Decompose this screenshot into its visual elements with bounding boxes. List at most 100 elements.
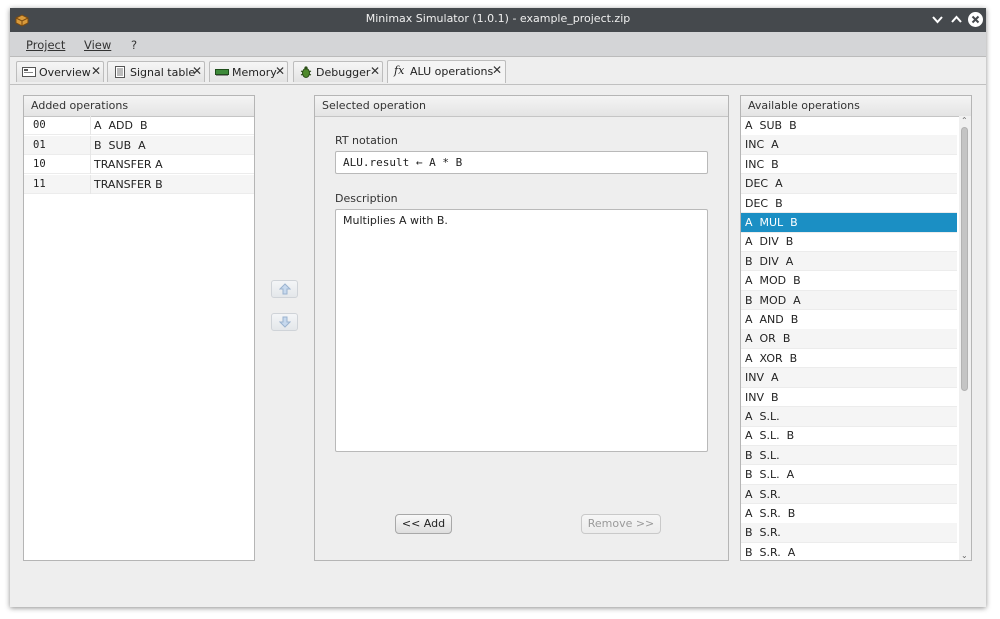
selected-operation-panel: Selected operation RT notation ALU.resul… bbox=[314, 95, 729, 561]
rt-notation-value: ALU.result ← A * B bbox=[343, 156, 463, 169]
available-operation-item[interactable]: INC A bbox=[741, 135, 957, 155]
tab-close-icon[interactable]: ✕ bbox=[492, 63, 502, 77]
available-operation-label: INC B bbox=[745, 157, 779, 171]
available-operations-list: A SUB B INC A INC B DEC A DEC B A MUL B A DIV … bbox=[741, 116, 959, 560]
available-operation-item[interactable]: A S.L. bbox=[741, 407, 957, 427]
tab-signal-table[interactable]: Signal table ✕ bbox=[107, 61, 205, 82]
available-operation-item[interactable]: B DIV A bbox=[741, 251, 957, 272]
description-value: Multiplies A with B. bbox=[343, 214, 448, 227]
available-operation-item[interactable]: INV A bbox=[741, 368, 957, 388]
menu-view[interactable]: View bbox=[84, 38, 111, 52]
tab-label: ALU operations bbox=[410, 65, 494, 78]
available-operation-label: A S.R. bbox=[745, 487, 781, 501]
available-operation-label: A XOR B bbox=[745, 351, 798, 365]
scroll-down-icon[interactable]: ⌄ bbox=[961, 551, 968, 560]
available-operation-label: B S.R. bbox=[745, 526, 781, 540]
column-divider bbox=[90, 174, 91, 194]
available-operation-item[interactable]: B S.L. A bbox=[741, 465, 957, 485]
tab-memory[interactable]: Memory ✕ bbox=[209, 61, 288, 82]
column-divider bbox=[90, 135, 91, 155]
arrow-up-icon bbox=[279, 283, 291, 295]
operation-code: 11 bbox=[33, 177, 46, 190]
tab-close-icon[interactable]: ✕ bbox=[91, 64, 101, 78]
tab-overview[interactable]: Overview ✕ bbox=[16, 61, 104, 82]
signal-table-icon bbox=[115, 66, 125, 78]
added-operation-row[interactable]: 01 B SUB A bbox=[24, 135, 254, 155]
added-operation-row[interactable]: 10 TRANSFER A bbox=[24, 155, 254, 174]
available-operation-label: B DIV A bbox=[745, 254, 794, 268]
available-operation-item[interactable]: B MOD A bbox=[741, 290, 957, 311]
menu-project[interactable]: Project bbox=[26, 38, 65, 52]
move-down-button[interactable] bbox=[271, 313, 298, 331]
added-operation-row[interactable]: 00 A ADD B bbox=[24, 116, 254, 135]
available-operation-item[interactable]: A S.L. B bbox=[741, 426, 957, 446]
remove-button[interactable]: Remove >> bbox=[581, 514, 661, 534]
added-operations-panel: Added operations 00 A ADD B 01 B SUB A 10 TRA… bbox=[23, 95, 255, 561]
available-operation-item[interactable]: DEC B bbox=[741, 194, 957, 214]
close-window-icon[interactable] bbox=[967, 11, 984, 28]
available-operation-label: A MOD B bbox=[745, 274, 801, 288]
available-operation-item[interactable]: A S.R. bbox=[741, 484, 957, 505]
tab-label: Memory bbox=[232, 66, 277, 79]
menu-help[interactable]: ? bbox=[131, 38, 137, 52]
column-divider bbox=[90, 116, 91, 135]
tab-debugger[interactable]: Debugger ✕ bbox=[293, 61, 383, 82]
added-operation-row[interactable]: 11 TRANSFER B bbox=[24, 174, 254, 194]
add-button[interactable]: << Add bbox=[395, 514, 452, 534]
available-operation-label: B S.R. A bbox=[745, 545, 796, 559]
available-operation-label: INV B bbox=[745, 390, 779, 404]
available-scrollbar[interactable]: ⌃ ⌄ bbox=[959, 116, 971, 560]
operation-name: TRANSFER A bbox=[94, 158, 163, 171]
tab-label: Debugger bbox=[316, 66, 371, 79]
scroll-up-icon[interactable]: ⌃ bbox=[961, 116, 968, 125]
operation-name: A ADD B bbox=[94, 119, 148, 132]
scrollbar-thumb[interactable] bbox=[961, 127, 968, 391]
available-operation-item[interactable]: A SUB B bbox=[741, 116, 957, 136]
available-operations-panel: Available operations A SUB B INC A INC B DE… bbox=[740, 95, 972, 561]
available-operation-label: A S.L. bbox=[745, 410, 780, 423]
available-operation-item[interactable]: INC B bbox=[741, 155, 957, 175]
available-operation-label: DEC B bbox=[745, 196, 783, 210]
memory-icon bbox=[215, 69, 229, 76]
available-operation-label: INC A bbox=[745, 138, 779, 152]
available-operations-header: Available operations bbox=[741, 96, 971, 117]
tab-close-icon[interactable]: ✕ bbox=[275, 64, 285, 78]
available-operation-item[interactable]: DEC A bbox=[741, 174, 957, 194]
move-up-button[interactable] bbox=[271, 280, 298, 298]
rt-notation-label: RT notation bbox=[335, 134, 398, 147]
available-operation-item[interactable]: A OR B bbox=[741, 329, 957, 349]
operation-code: 01 bbox=[33, 138, 46, 151]
tab-bar: Overview ✕ Signal table ✕ Memory ✕ Debug… bbox=[10, 57, 986, 85]
arrow-down-icon bbox=[279, 316, 291, 328]
available-operation-item[interactable]: A DIV B bbox=[741, 232, 957, 252]
available-operation-item[interactable]: B S.R. bbox=[741, 523, 957, 543]
available-operation-label: A S.L. B bbox=[745, 429, 795, 443]
selected-operation-header: Selected operation bbox=[315, 96, 728, 117]
tab-alu-operations[interactable]: fx ALU operations ✕ bbox=[387, 60, 506, 83]
app-window: Minimax Simulator (1.0.1) - example_proj… bbox=[10, 8, 986, 607]
available-operation-item[interactable]: A S.R. B bbox=[741, 504, 957, 524]
available-operation-item[interactable]: B S.R. A bbox=[741, 543, 957, 560]
available-operation-label: A AND B bbox=[745, 313, 799, 326]
description-field[interactable]: Multiplies A with B. bbox=[335, 209, 708, 452]
column-divider bbox=[90, 155, 91, 174]
available-operation-item[interactable]: A MUL B bbox=[741, 213, 957, 233]
available-operation-item[interactable]: A AND B bbox=[741, 310, 957, 330]
operation-code: 10 bbox=[33, 158, 46, 170]
available-operation-label: INV A bbox=[745, 371, 779, 385]
available-operation-item[interactable]: B S.L. bbox=[741, 445, 957, 466]
available-operation-label: DEC A bbox=[745, 177, 783, 191]
available-operation-label: A DIV B bbox=[745, 235, 794, 249]
tab-close-icon[interactable]: ✕ bbox=[370, 64, 380, 78]
available-operation-item[interactable]: A XOR B bbox=[741, 349, 957, 369]
added-operations-header: Added operations bbox=[24, 96, 254, 117]
minimize-icon[interactable] bbox=[929, 11, 946, 28]
available-operation-item[interactable]: A MOD B bbox=[741, 271, 957, 291]
maximize-icon[interactable] bbox=[948, 11, 965, 28]
available-operation-item[interactable]: INV B bbox=[741, 388, 957, 408]
operation-name: B SUB A bbox=[94, 138, 146, 152]
rt-notation-field[interactable]: ALU.result ← A * B bbox=[335, 151, 708, 174]
description-label: Description bbox=[335, 192, 398, 205]
operation-code: 00 bbox=[33, 119, 46, 131]
tab-close-icon[interactable]: ✕ bbox=[192, 64, 202, 78]
